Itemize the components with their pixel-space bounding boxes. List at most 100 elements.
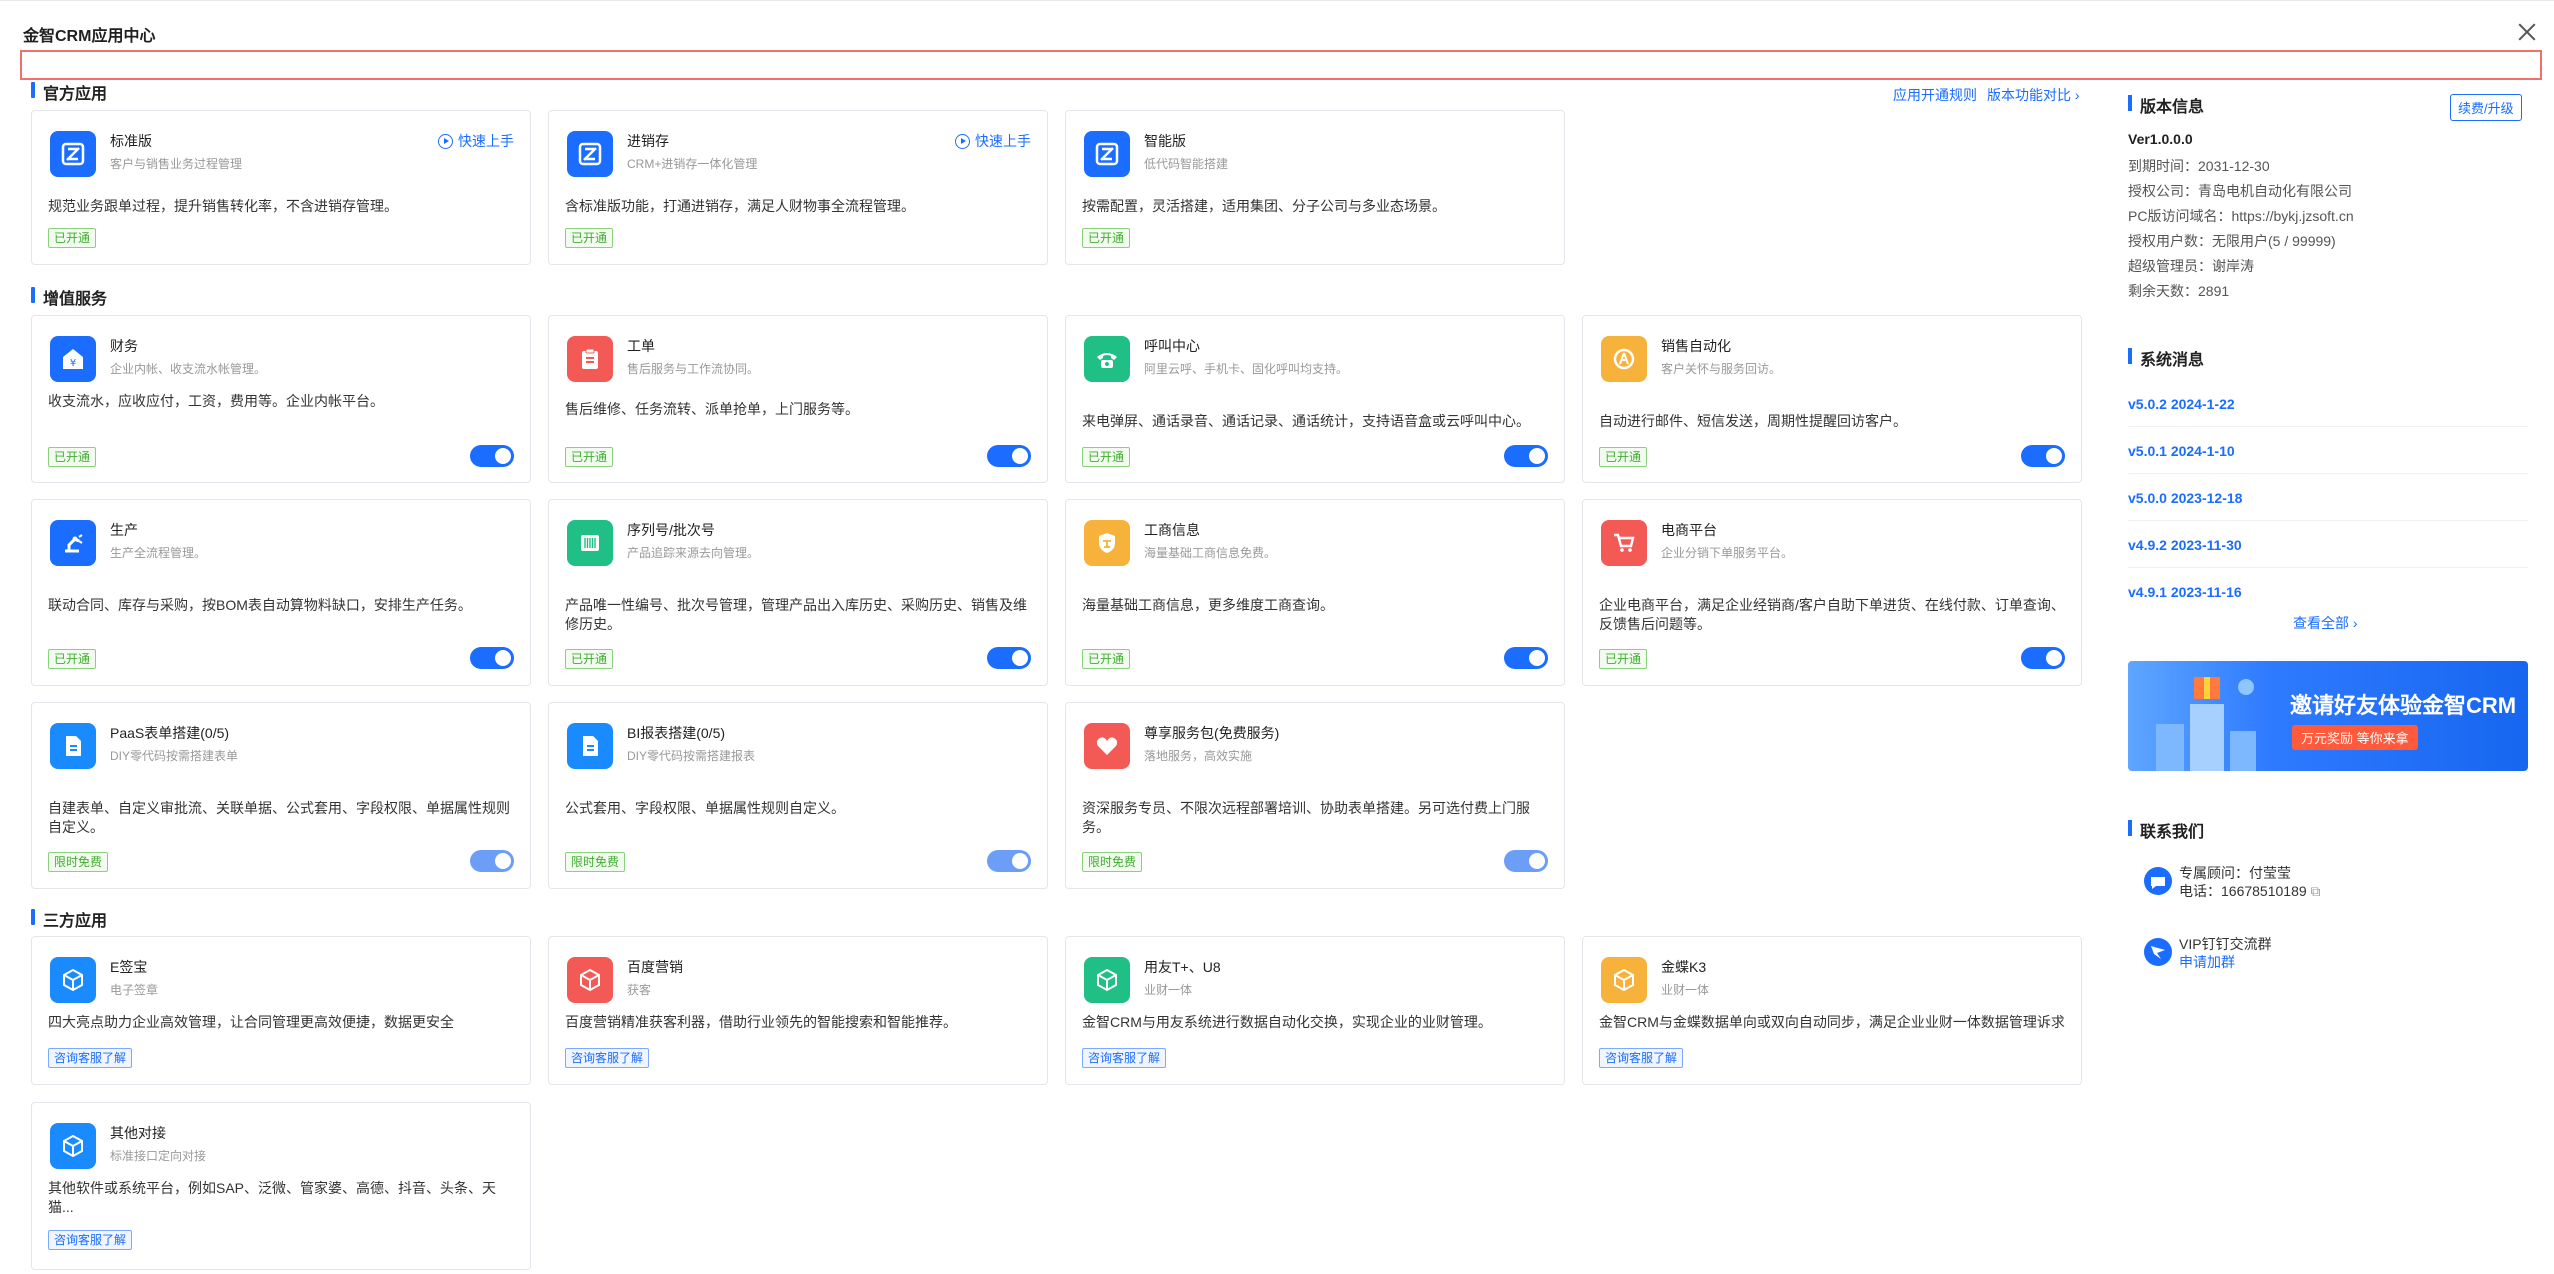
form-icon [50, 723, 96, 769]
app-card-standard[interactable]: 标准版 客户与销售业务过程管理 快速上手 规范业务跟单过程，提升销售转化率，不含… [31, 110, 531, 265]
news-item[interactable]: v5.0.1 2024-1-10 [2128, 443, 2528, 474]
app-sub: 标准接口定向对接 [110, 1149, 207, 1163]
app-desc: 其他软件或系统平台，例如SAP、泛微、管家婆、高德、抖音、头条、天猫... [48, 1180, 497, 1215]
licensed-company: 授权公司：青岛电机自动化有限公司 [2128, 183, 2352, 199]
rules-link[interactable]: 应用开通规则 [1893, 85, 1977, 105]
app-sub: 生产全流程管理。 [110, 546, 207, 560]
news-item[interactable]: v4.9.2 2023-11-30 [2128, 537, 2528, 568]
enable-toggle[interactable] [987, 850, 1031, 872]
app-sub: 业财一体 [1144, 983, 1193, 997]
news-item[interactable]: v5.0.0 2023-12-18 [2128, 490, 2528, 521]
app-card-business-info[interactable]: 工商信息 海量基础工商信息免费。 海量基础工商信息，更多维度工商查询。 已开通 [1065, 499, 1565, 686]
status-badge: 已开通 [1082, 649, 1131, 669]
search-strip[interactable] [20, 50, 2542, 80]
consultant-chat-icon [2144, 867, 2172, 895]
status-badge: 已开通 [565, 228, 614, 248]
app-card-production[interactable]: 生产 生产全流程管理。 联动合同、库存与采购，按BOM表自动算物料缺口，安排生产… [31, 499, 531, 686]
app-card-salesauto[interactable]: 销售自动化 客户关怀与服务回访。 自动进行邮件、短信发送，周期性提醒回访客户。 … [1582, 315, 2082, 483]
app-card-kingdee[interactable]: 金蝶K3 业财一体 金智CRM与金蝶数据单向或双向自动同步，满足企业业财一体数据… [1582, 936, 2082, 1085]
play-icon [955, 133, 970, 149]
enable-toggle[interactable] [2021, 647, 2065, 669]
app-desc: 企业电商平台，满足企业经销商/客户自助下单进货、在线付款、订单查询、反馈售后问题… [1599, 597, 2065, 632]
app-card-smart[interactable]: 智能版 低代码智能搭建 按需配置，灵活搭建，适用集团、分子公司与多业态场景。 已… [1065, 110, 1565, 265]
app-card-yonyou[interactable]: 用友T+、U8 业财一体 金智CRM与用友系统进行数据自动化交换，实现企业的业财… [1065, 936, 1565, 1085]
gift-illustration-icon [2156, 677, 2256, 771]
consult-badge[interactable]: 咨询客服了解 [565, 1048, 650, 1068]
super-admin: 超级管理员：谢岸涛 [2128, 258, 2254, 274]
app-sub: 客户与销售业务过程管理 [110, 157, 243, 171]
news-item[interactable]: v4.9.1 2023-11-16 [2128, 584, 2528, 614]
join-group-link[interactable]: 申请加群 [2179, 953, 2272, 971]
app-card-paas[interactable]: PaaS表单搭建(0/5) DIY零代码按需搭建表单 自建表单、自定义审批流、关… [31, 702, 531, 889]
enable-toggle[interactable] [1504, 850, 1548, 872]
app-sub: CRM+进销存一体化管理 [627, 157, 758, 171]
app-card-bi[interactable]: BI报表搭建(0/5) DIY零代码按需搭建报表 公式套用、字段权限、单据属性规… [548, 702, 1048, 889]
app-desc: 含标准版功能，打通进销存，满足人财物事全流程管理。 [565, 198, 915, 214]
renew-upgrade-button[interactable]: 续费/升级 [2450, 94, 2522, 121]
consult-badge[interactable]: 咨询客服了解 [1599, 1048, 1684, 1068]
barcode-icon [567, 520, 613, 566]
heart-icon [1084, 723, 1130, 769]
app-desc: 金智CRM与金蝶数据单向或双向自动同步，满足企业业财一体数据管理诉求 [1599, 1014, 2065, 1030]
app-sub: 电子签章 [110, 983, 159, 997]
app-card-esign[interactable]: E签宝 电子签章 四大亮点助力企业高效管理，让合同管理更高效便捷，数据更安全 咨… [31, 936, 531, 1085]
app-name: 其他对接 [110, 1125, 166, 1141]
app-sub: 企业内帐、收支流水帐管理。 [110, 362, 267, 376]
app-desc: 金智CRM与用友系统进行数据自动化交换，实现企业的业财管理。 [1082, 1014, 1492, 1030]
app-card-vip-service[interactable]: 尊享服务包(免费服务) 落地服务，高效实施 资深服务专员、不限次远程部署培训、协… [1065, 702, 1565, 889]
app-card-callcenter[interactable]: 呼叫中心 阿里云呼、手机卡、固化呼叫均支持。 来电弹屏、通话录音、通话记录、通话… [1065, 315, 1565, 483]
app-desc: 自动进行邮件、短信发送，周期性提醒回访客户。 [1599, 413, 1907, 429]
enable-toggle[interactable] [470, 445, 514, 467]
version-number: Ver1.0.0.0 [2128, 131, 2193, 147]
copy-icon[interactable]: ⧉ [2311, 883, 2321, 899]
app-card-workorder[interactable]: 工单 售后服务与工作流协同。 售后维修、任务流转、派单抢单，上门服务等。 已开通 [548, 315, 1048, 483]
zhijin-logo-icon [567, 131, 613, 177]
app-desc: 售后维修、任务流转、派单抢单，上门服务等。 [565, 401, 859, 417]
section-official-title: 官方应用 [31, 80, 107, 104]
app-sub: 获客 [627, 983, 652, 997]
clipboard-icon [567, 336, 613, 382]
consult-badge[interactable]: 咨询客服了解 [48, 1048, 133, 1068]
app-card-inventory[interactable]: 进销存 CRM+进销存一体化管理 快速上手 含标准版功能，打通进销存，满足人财物… [548, 110, 1048, 265]
enable-toggle[interactable] [1504, 647, 1548, 669]
banner-title: 邀请好友体验金智CRM [2290, 693, 2517, 718]
app-card-serial[interactable]: 序列号/批次号 产品追踪来源去向管理。 产品唯一性编号、批次号管理，管理产品出入… [548, 499, 1048, 686]
app-card-finance[interactable]: ¥ 财务 企业内帐、收支流水帐管理。 收支流水，应收应付，工资，费用等。企业内帐… [31, 315, 531, 483]
status-badge: 已开通 [565, 447, 614, 467]
consultant-phone[interactable]: 电话：16678510189 ⧉ [2179, 882, 2321, 900]
pc-domain: PC版访问域名：https://bykj.jzsoft.cn [2128, 208, 2354, 224]
enable-toggle[interactable] [987, 445, 1031, 467]
app-card-baidu[interactable]: 百度营销 获客 百度营销精准获客利器，借助行业领先的智能搜索和智能推荐。 咨询客… [548, 936, 1048, 1085]
see-all-link[interactable]: 查看全部 › [2293, 613, 2358, 633]
compare-link[interactable]: 版本功能对比 › [1987, 85, 2080, 105]
status-badge: 已开通 [1082, 447, 1131, 467]
remaining-days: 剩余天数：2891 [2128, 283, 2230, 299]
app-sub: 售后服务与工作流协同。 [627, 362, 760, 376]
app-desc: 公式套用、字段权限、单据属性规则自定义。 [565, 800, 845, 816]
quick-start-button[interactable]: 快速上手 [438, 131, 514, 151]
enable-toggle[interactable] [987, 647, 1031, 669]
enable-toggle[interactable] [470, 850, 514, 872]
invite-banner[interactable]: 邀请好友体验金智CRM 万元奖励 等你来拿 [2128, 661, 2528, 771]
app-card-other[interactable]: 其他对接 标准接口定向对接 其他软件或系统平台，例如SAP、泛微、管家婆、高德、… [31, 1102, 531, 1270]
news-item[interactable]: v5.0.2 2024-1-22 [2128, 396, 2528, 427]
app-sub: 客户关怀与服务回访。 [1661, 362, 1782, 376]
app-name: 尊享服务包(免费服务) [1144, 725, 1280, 741]
banner-promo: 万元奖励 等你来拿 [2292, 725, 2418, 750]
group-info: VIP钉钉交流群 申请加群 [2179, 935, 2272, 971]
cube-icon [567, 957, 613, 1003]
enable-toggle[interactable] [470, 647, 514, 669]
app-name: 标准版 [110, 133, 152, 149]
app-sub: 海量基础工商信息免费。 [1144, 546, 1277, 560]
enable-toggle[interactable] [1504, 445, 1548, 467]
app-card-ecommerce[interactable]: 电商平台 企业分销下单服务平台。 企业电商平台，满足企业经销商/客户自助下单进货… [1582, 499, 2082, 686]
close-icon[interactable] [2516, 21, 2538, 43]
enable-toggle[interactable] [2021, 445, 2065, 467]
vip-group-label: VIP钉钉交流群 [2179, 936, 2272, 952]
app-desc: 资深服务专员、不限次远程部署培训、协助表单搭建。另可选付费上门服务。 [1082, 800, 1530, 835]
quick-start-button[interactable]: 快速上手 [955, 131, 1031, 151]
consult-badge[interactable]: 咨询客服了解 [1082, 1048, 1167, 1068]
app-desc: 来电弹屏、通话录音、通话记录、通话统计，支持语音盒或云呼叫中心。 [1082, 413, 1530, 429]
consult-badge[interactable]: 咨询客服了解 [48, 1230, 133, 1250]
app-desc: 百度营销精准获客利器，借助行业领先的智能搜索和智能推荐。 [565, 1014, 957, 1030]
